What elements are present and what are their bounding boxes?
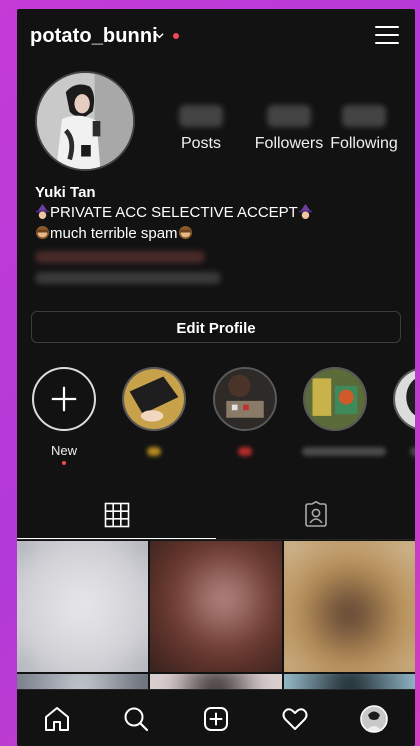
monkey-emoji-icon xyxy=(35,225,50,240)
witch-emoji-icon xyxy=(35,204,50,219)
profile-avatar[interactable] xyxy=(360,705,388,733)
witch-emoji-icon xyxy=(298,204,312,219)
highlight-item[interactable] xyxy=(212,367,278,456)
tab-grid[interactable] xyxy=(17,491,216,539)
profile-screen: potato_bunni Posts Followers Following Y… xyxy=(17,9,415,746)
post-thumbnail[interactable] xyxy=(17,541,148,672)
new-highlight-dot xyxy=(62,461,66,465)
following-label: Following xyxy=(330,135,398,152)
bio-extra-blurred xyxy=(35,272,221,284)
highlight-item[interactable] xyxy=(121,367,187,456)
post-grid xyxy=(17,541,415,704)
grid-icon xyxy=(104,502,129,528)
highlight-3[interactable] xyxy=(303,367,367,431)
plus-icon xyxy=(51,386,77,412)
menu-icon[interactable] xyxy=(375,24,399,46)
home-icon[interactable] xyxy=(43,705,71,733)
tabs-divider xyxy=(17,539,415,540)
top-header: potato_bunni xyxy=(17,9,415,63)
tab-tagged[interactable] xyxy=(216,491,415,539)
chevron-down-icon[interactable] xyxy=(155,31,164,40)
tagged-icon xyxy=(304,501,327,527)
bio-line-1: PRIVATE ACC SELECTIVE ACCEPT xyxy=(35,204,313,221)
monkey-emoji-icon xyxy=(178,225,192,240)
notification-dot xyxy=(173,33,179,39)
edit-profile-button[interactable]: Edit Profile xyxy=(31,311,401,343)
display-name: Yuki Tan xyxy=(35,184,96,201)
bottom-nav xyxy=(17,689,415,746)
highlight-2[interactable] xyxy=(213,367,277,431)
following-count-blurred xyxy=(342,105,386,127)
add-icon[interactable] xyxy=(202,705,230,733)
followers-label: Followers xyxy=(254,135,324,152)
heart-icon[interactable] xyxy=(281,705,309,733)
stat-following[interactable]: Following xyxy=(323,105,405,153)
username-switcher[interactable]: potato_bunni xyxy=(30,25,158,48)
highlight-1[interactable] xyxy=(122,367,186,431)
highlight-label-blurred xyxy=(147,447,161,456)
bio-line-2: much terrible spam xyxy=(35,225,193,242)
highlight-4[interactable] xyxy=(393,367,415,431)
highlight-label-blurred xyxy=(410,447,415,456)
bio-link-blurred xyxy=(35,251,205,263)
new-highlight[interactable]: New xyxy=(31,367,97,465)
content-tabs xyxy=(17,491,415,541)
profile-avatar[interactable] xyxy=(35,71,135,171)
search-icon[interactable] xyxy=(122,705,150,733)
posts-count-blurred xyxy=(179,105,223,127)
highlight-item[interactable] xyxy=(302,367,386,456)
new-highlight-label: New xyxy=(50,443,77,458)
highlight-label-blurred xyxy=(302,447,386,456)
highlight-label-blurred xyxy=(238,447,252,456)
post-thumbnail[interactable] xyxy=(150,541,282,672)
posts-label: Posts xyxy=(180,135,221,152)
stat-posts[interactable]: Posts xyxy=(169,105,233,153)
new-highlight-circle[interactable] xyxy=(32,367,96,431)
post-thumbnail[interactable] xyxy=(284,541,415,672)
followers-count-blurred xyxy=(267,105,311,127)
highlight-item[interactable] xyxy=(392,367,415,456)
active-tab-indicator xyxy=(17,538,216,539)
